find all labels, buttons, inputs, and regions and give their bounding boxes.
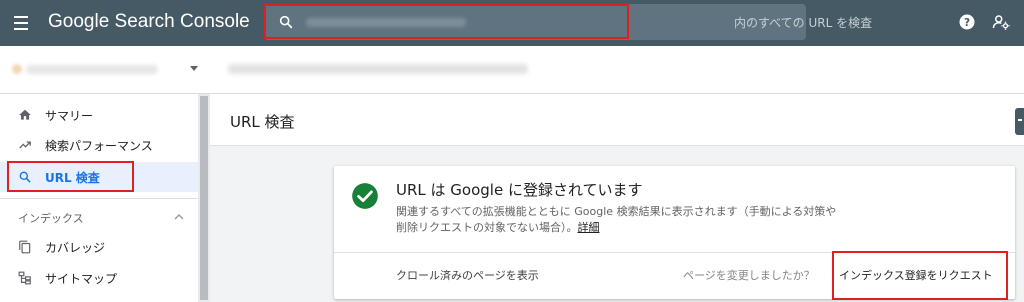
view-crawled-page-button[interactable]: クロール済みのページを表示 <box>396 267 539 283</box>
side-panel-tab[interactable] <box>1015 108 1024 135</box>
chevron-down-icon <box>190 66 198 71</box>
help-icon[interactable]: ? <box>958 13 976 31</box>
inspected-url-bar <box>210 46 1024 94</box>
copy-icon <box>19 240 31 254</box>
search-icon <box>279 15 293 29</box>
app-title[interactable]: Google Search Console <box>48 11 250 33</box>
search-icon <box>19 171 31 183</box>
search-blurred-domain <box>306 18 466 27</box>
sidebar-divider <box>0 198 198 199</box>
top-app-bar: Google Search Console 内のすべての URL を検査 ? <box>0 0 1024 46</box>
sidebar-section-index[interactable]: インデックス <box>0 205 198 229</box>
property-name-blurred <box>26 65 158 74</box>
search-input[interactable]: 内のすべての URL を検査 <box>264 4 872 40</box>
chevron-up-icon <box>174 213 184 220</box>
status-description-text: 関連するすべての拡張機能とともに Google 検索結果に表示されます（手動によ… <box>396 205 837 234</box>
property-selector[interactable] <box>0 46 210 94</box>
status-title: URL は Google に登録されています <box>396 181 643 199</box>
section-label: インデックス <box>18 212 84 225</box>
sidebar-item-url-inspection[interactable]: URL 検査 <box>0 162 198 192</box>
sidebar-item-label: URL 検査 <box>45 171 100 185</box>
search-placeholder: 内のすべての URL を検査 <box>734 16 873 30</box>
card-divider <box>334 252 1015 253</box>
sidebar-item-sitemaps[interactable]: サイトマップ <box>0 263 198 293</box>
sidebar-scrollbar-thumb[interactable] <box>200 96 208 300</box>
page-title: URL 検査 <box>230 113 295 131</box>
account-settings-icon[interactable] <box>992 13 1010 31</box>
hamburger-icon[interactable] <box>14 13 34 33</box>
inspected-url-blurred <box>228 64 528 74</box>
sidebar-item-summary[interactable]: サマリー <box>0 100 198 130</box>
check-circle-icon <box>352 183 378 209</box>
home-icon <box>19 109 31 120</box>
request-indexing-button[interactable]: インデックス登録をリクエスト <box>839 267 993 283</box>
sidebar: サマリー 検索パフォーマンス URL 検査 インデックス カバレッジ サイトマッ… <box>0 94 198 302</box>
details-link[interactable]: 詳細 <box>578 221 600 234</box>
inspection-result-card: URL は Google に登録されています 関連するすべての拡張機能とともに … <box>334 166 1015 299</box>
svg-text:?: ? <box>964 17 970 29</box>
page-changed-question: ページを変更しましたか？ <box>683 269 815 282</box>
property-favicon <box>12 64 22 74</box>
sidebar-item-label: サマリー <box>45 109 94 123</box>
trending-up-icon <box>19 141 31 149</box>
sidebar-item-label: 検索パフォーマンス <box>45 139 153 153</box>
sidebar-item-label: サイトマップ <box>45 272 118 286</box>
sidebar-item-performance[interactable]: 検索パフォーマンス <box>0 130 198 160</box>
main-header: URL 検査 <box>210 94 1024 146</box>
sidebar-item-label: カバレッジ <box>45 241 106 255</box>
status-description: 関連するすべての拡張機能とともに Google 検索結果に表示されます（手動によ… <box>396 204 846 236</box>
sidebar-item-coverage[interactable]: カバレッジ <box>0 232 198 262</box>
sitemap-icon <box>18 271 31 285</box>
